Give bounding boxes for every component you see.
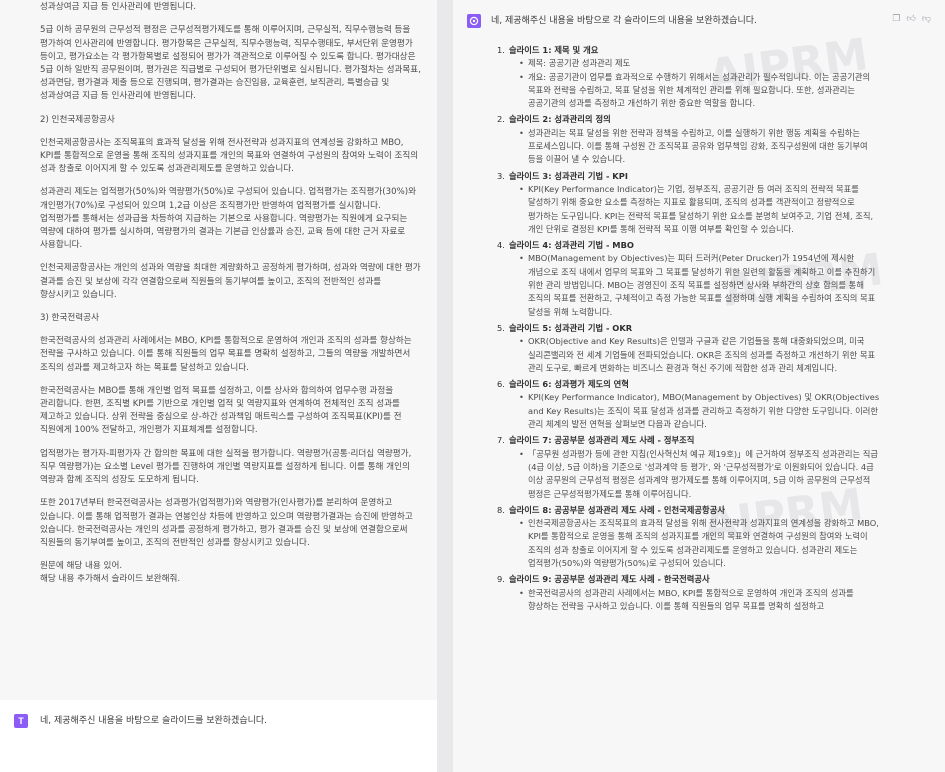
thumbs-down-icon[interactable]: 👎︎ xyxy=(922,14,931,24)
slide-bullet-text: 개요: 공공기관이 업무를 효과적으로 수행하기 위해서는 성과관리가 필수적입… xyxy=(528,71,871,109)
slide-bullet-text: 「공무원 성과평가 등에 관한 지침(인사혁신처 예규 제19호)」에 근거하여… xyxy=(528,448,879,499)
user-message-paragraph: 한국전력공사는 MBO를 통해 개인별 업적 목표를 설정하고, 이를 상사와 … xyxy=(40,385,405,436)
slide-bullet: • 성과관리는 목표 달성을 위한 전략과 정책을 수립하고, 이를 실행하기 위… xyxy=(509,127,885,167)
slide-title-text: 슬라이드 3: 성과관리 기법 - KPI xyxy=(509,170,628,181)
slide-number: 5. xyxy=(497,322,505,333)
slide-number: 3. xyxy=(497,170,505,181)
slide-bullet-text: 성과관리는 목표 달성을 위한 전략과 정책을 수립하고, 이를 실행하기 위한… xyxy=(528,127,868,165)
user-message-paragraph: 평가, 결과공개 및 이의신청 등으로 이루어지며, 평가결과는 승진임용, 교… xyxy=(40,2,196,13)
slide-item: 4. 슬라이드 4: 성과관리 기법 - MBO • MBO(Management b… xyxy=(497,239,885,319)
slide-item: 2. 슬라이드 2: 성과관리의 정의 • 성과관리는 목표 달성을 위한 전략과 정… xyxy=(497,113,885,167)
user-message-paragraph: 또한 2017년부터 한국전력공사는 성과평가(업적평가)와 역량평가(인사평가… xyxy=(40,498,416,548)
slide-item: 9. 슬라이드 9: 공공부문 성과관리 제도 사례 - 한국전력공사 • 한국전력공… xyxy=(497,573,885,614)
slide-title: 3. 슬라이드 3: 성과관리 기법 - KPI xyxy=(497,170,885,183)
slide-bullet-text: 제목: 공공기관 성과관리 제도 xyxy=(528,58,631,69)
slide-number: 6. xyxy=(497,379,505,390)
slide-number: 4. xyxy=(497,240,505,251)
slide-title: 7. 슬라이드 7: 공공부문 성과관리 제도 사례 - 정부조직 xyxy=(497,434,885,447)
slide-item: 3. 슬라이드 3: 성과관리 기법 - KPI • KPI(Key Performa… xyxy=(497,170,885,236)
user-avatar: T xyxy=(14,714,28,728)
slide-title-text: 슬라이드 4: 성과관리 기법 - MBO xyxy=(509,240,634,251)
slide-bullet-text: 인천국제공항공사는 조직목표의 효과적 달성을 위해 전사전략과 성과지표의 연… xyxy=(528,518,879,568)
message-actions: ❐ 👍︎ 👎︎ xyxy=(892,14,931,24)
slide-title-text: 슬라이드 1: 제목 및 개요 xyxy=(509,45,599,55)
slide-item: 8. 슬라이드 8: 공공부문 성과관리 제도 사례 - 인천국제공항공사 • 인천국… xyxy=(497,504,885,570)
copy-icon[interactable]: ❐ xyxy=(892,14,900,24)
bullet-dot-icon: • xyxy=(519,58,524,69)
slide-bullet: • MBO(Management by Objectives)는 피터 드러커(P… xyxy=(509,252,885,318)
slide-title: 5. 슬라이드 5: 성과관리 기법 - OKR xyxy=(497,322,885,335)
slide-number: 1. xyxy=(497,45,505,55)
bullet-dot-icon: • xyxy=(519,448,524,459)
slide-number: 7. xyxy=(497,435,505,446)
bullet-dot-icon: • xyxy=(519,392,524,403)
bullet-dot-icon: • xyxy=(519,127,524,138)
slide-title: 8. 슬라이드 8: 공공부문 성과관리 제도 사례 - 인천국제공항공사 xyxy=(497,504,885,517)
slide-title-text: 슬라이드 5: 성과관리 기법 - OKR xyxy=(509,322,633,333)
slide-list: 1. 슬라이드 1: 제목 및 개요 • 제목: 공공기관 성과관리 제도 • 개요: 공… xyxy=(497,44,885,616)
bullet-dot-icon: • xyxy=(519,518,524,529)
slide-bullet: • KPI(Key Performance Indicator)는 기업, 정부조… xyxy=(509,183,885,236)
panel-divider xyxy=(437,0,453,772)
slide-bullet: • 「공무원 성과평가 등에 관한 지침(인사혁신처 예규 제19호)」에 근거하… xyxy=(509,448,885,501)
bullet-dot-icon: • xyxy=(519,71,524,82)
user-message-paragraph: 한국전력공사의 성과관리 사례에서는 MBO, KPI를 통합적으로 운영하여 … xyxy=(40,336,415,373)
assistant-response-panel: AIPRM AIPRM AIPRM 네, 제공해주신 내용을 바탕으로 각 슬라… xyxy=(453,0,945,772)
user-message-paragraph: 5급 이하 공무원의 근무성적 평정은 근무성적평가제도를 통해 이루어지며, … xyxy=(40,25,424,102)
assistant-intro-text: 네, 제공해주신 내용을 바탕으로 각 슬라이드의 내용을 보완하겠습니다. xyxy=(491,16,757,26)
user-message-paragraph: 원문에 해당 내용 있어. 해당 내용 추가해서 슬라이드 보완해줘. xyxy=(40,561,181,585)
bullet-dot-icon: • xyxy=(519,253,524,264)
slide-bullet: • 한국전력공사의 성과관리 사례에서는 MBO, KPI를 통합적으로 운영하여… xyxy=(509,587,885,614)
slide-bullet: • KPI(Key Performance Indicator), MBO(Man… xyxy=(509,391,885,431)
slide-title-text: 슬라이드 2: 성과관리의 정의 xyxy=(509,114,611,125)
slide-number: 2. xyxy=(497,114,505,125)
slide-bullet-text: 한국전력공사의 성과관리 사례에서는 MBO, KPI를 통합적으로 운영하여 … xyxy=(528,587,854,611)
slide-item: 6. 슬라이드 6: 성과평가 제도의 연혁 • KPI(Key Performanc… xyxy=(497,378,885,431)
slide-title-text: 슬라이드 9: 공공부문 성과관리 제도 사례 - 한국전력공사 xyxy=(509,574,710,585)
thumbs-up-icon[interactable]: 👍︎ xyxy=(906,14,915,24)
slide-item: 1. 슬라이드 1: 제목 및 개요 • 제목: 공공기관 성과관리 제도 • 개요: 공… xyxy=(497,44,885,111)
user-message-paragraph: 3) 한국전력공사 xyxy=(40,313,99,324)
user-message-paragraph: 인천국제공항공사는 개인의 성과와 역량을 최대한 계량화하고 공정하게 평가하… xyxy=(40,263,424,300)
slide-bullet: • 제목: 공공기관 성과관리 제도 xyxy=(509,57,885,70)
slide-item: 5. 슬라이드 5: 성과관리 기법 - OKR • OKR(Objective an… xyxy=(497,322,885,375)
slide-bullet-text: KPI(Key Performance Indicator)는 기업, 정부조직… xyxy=(528,183,874,234)
user-message-panel: 평가, 결과공개 및 이의신청 등으로 이루어지며, 평가결과는 승진임용, 교… xyxy=(0,0,437,772)
user-message-text: 평가, 결과공개 및 이의신청 등으로 이루어지며, 평가결과는 승진임용, 교… xyxy=(40,0,421,597)
slide-bullet-text: KPI(Key Performance Indicator), MBO(Mana… xyxy=(528,392,880,430)
slide-title-text: 슬라이드 6: 성과평가 제도의 연혁 xyxy=(509,379,629,390)
assistant-avatar-icon xyxy=(467,14,481,28)
user-message-paragraph: 업적평가는 평가자-피평가자 간 합의한 목표에 대한 실적을 평가합니다. 역… xyxy=(40,448,415,486)
user-message-paragraph: 인천국제공항공사는 조직목표의 효과적 달성을 위해 전사전략과 성과지표의 연… xyxy=(40,137,421,175)
user-message-block: 평가, 결과공개 및 이의신청 등으로 이루어지며, 평가결과는 승진임용, 교… xyxy=(0,0,437,700)
slide-bullet: • 개요: 공공기관이 업무를 효과적으로 수행하기 위해서는 성과관리가 필수적… xyxy=(509,71,885,111)
slide-bullet-text: OKR(Objective and Key Results)은 인텔과 구글과 … xyxy=(528,336,876,373)
bullet-dot-icon: • xyxy=(519,336,524,347)
user-message-paragraph: 2) 인천국제공항공사 xyxy=(40,114,115,125)
assistant-message-preview-text: 네, 제공해주신 내용을 바탕으로 슬라이드를 보완하겠습니다. xyxy=(40,716,268,726)
slide-bullet-text: MBO(Management by Objectives)는 피터 드러커(Pe… xyxy=(528,253,876,317)
slide-number: 8. xyxy=(497,504,505,515)
slide-bullet: • 인천국제공항공사는 조직목표의 효과적 달성을 위해 전사전략과 성과지표의 … xyxy=(509,517,885,570)
slide-item: 7. 슬라이드 7: 공공부문 성과관리 제도 사례 - 정부조직 • 「공무원 성과… xyxy=(497,434,885,501)
slide-title-text: 슬라이드 8: 공공부문 성과관리 제도 사례 - 인천국제공항공사 xyxy=(509,504,725,515)
slide-title: 9. 슬라이드 9: 공공부문 성과관리 제도 사례 - 한국전력공사 xyxy=(497,573,885,586)
slide-title: 1. 슬라이드 1: 제목 및 개요 xyxy=(497,44,885,57)
bullet-dot-icon: • xyxy=(519,183,524,194)
slide-title: 2. 슬라이드 2: 성과관리의 정의 xyxy=(497,113,885,126)
slide-number: 9. xyxy=(497,574,505,585)
bullet-dot-icon: • xyxy=(519,587,524,598)
slide-title-text: 슬라이드 7: 공공부문 성과관리 제도 사례 - 정부조직 xyxy=(509,435,695,446)
assistant-message-preview: T 네, 제공해주신 내용을 바탕으로 슬라이드를 보완하겠습니다. xyxy=(0,700,437,772)
slide-title: 4. 슬라이드 4: 성과관리 기법 - MBO xyxy=(497,239,885,252)
assistant-header: 네, 제공해주신 내용을 바탕으로 각 슬라이드의 내용을 보완하겠습니다. ❐… xyxy=(453,0,945,40)
slide-title: 6. 슬라이드 6: 성과평가 제도의 연혁 xyxy=(497,378,885,391)
user-message-paragraph: 성과관리 제도는 업적평가(50%)와 역량평가(50%)로 구성되어 있습니다… xyxy=(40,187,419,251)
slide-bullet: • OKR(Objective and Key Results)은 인텔과 구글과… xyxy=(509,335,885,375)
